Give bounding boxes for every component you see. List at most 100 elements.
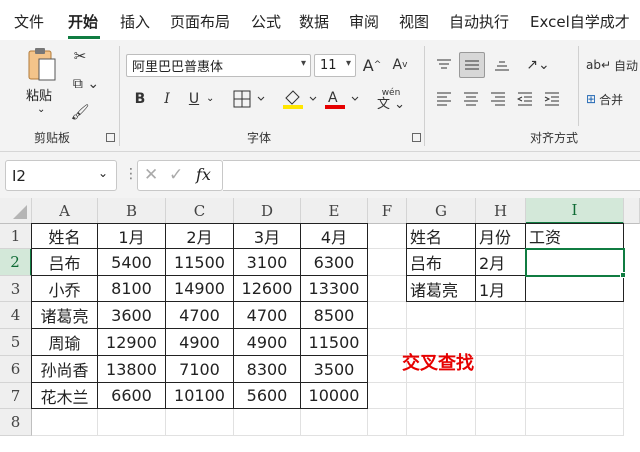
cell-c7-value[interactable]: 10100 bbox=[165, 382, 234, 409]
tab-page-layout[interactable]: 页面布局 bbox=[170, 11, 230, 32]
cell-e2-value[interactable]: 6300 bbox=[300, 248, 368, 276]
font-color-button[interactable]: A bbox=[322, 87, 362, 111]
row-header-7[interactable]: 7 bbox=[0, 383, 32, 409]
cell-a7-value[interactable]: 花木兰 bbox=[31, 382, 98, 409]
align-right-icon[interactable] bbox=[486, 88, 510, 110]
font-size-select[interactable]: 11 ▾ bbox=[314, 54, 356, 77]
cell-e1-value[interactable]: 4月 bbox=[300, 223, 368, 249]
cell-b3-value[interactable]: 8100 bbox=[97, 275, 166, 302]
column-header-g[interactable]: G bbox=[407, 198, 476, 224]
cell-c2-value[interactable]: 11500 bbox=[165, 248, 234, 276]
copy-icon[interactable]: ⧉ ⌄ bbox=[68, 74, 104, 94]
cell-h4[interactable] bbox=[476, 302, 526, 329]
column-header-a[interactable]: A bbox=[32, 198, 98, 224]
tab-review[interactable]: 审阅 bbox=[349, 11, 379, 32]
cell-g7[interactable] bbox=[407, 383, 476, 409]
tab-home[interactable]: 开始 bbox=[68, 11, 98, 32]
cut-icon[interactable]: ✂ bbox=[70, 46, 90, 66]
cell-h7[interactable] bbox=[476, 383, 526, 409]
cell-b1-value[interactable]: 1月 bbox=[97, 223, 166, 249]
paste-dropdown-icon[interactable]: ⌄ bbox=[37, 104, 45, 115]
cell-e7-value[interactable]: 10000 bbox=[300, 382, 368, 409]
cell-g8[interactable] bbox=[407, 409, 476, 436]
chevron-down-icon[interactable]: ⌄ bbox=[98, 166, 108, 180]
increase-indent-icon[interactable] bbox=[540, 88, 564, 110]
cell-d6-value[interactable]: 8300 bbox=[233, 355, 301, 383]
cell-h1-value[interactable]: 月份 bbox=[475, 223, 526, 249]
cell-a4-value[interactable]: 诸葛亮 bbox=[31, 301, 98, 329]
cell-f2[interactable] bbox=[368, 249, 407, 276]
clipboard-launcher-icon[interactable] bbox=[106, 133, 115, 142]
tab-data[interactable]: 数据 bbox=[299, 11, 329, 32]
cell-d5-value[interactable]: 4900 bbox=[233, 328, 301, 356]
orientation-icon[interactable]: ↗⌄ bbox=[520, 54, 556, 76]
column-header-f[interactable]: F bbox=[368, 198, 407, 224]
cell-f3[interactable] bbox=[368, 276, 407, 302]
cell-i8[interactable] bbox=[526, 409, 624, 436]
cell-g1-value[interactable]: 姓名 bbox=[406, 223, 476, 249]
align-center-icon[interactable] bbox=[459, 88, 483, 110]
column-header-i[interactable]: I bbox=[526, 198, 624, 224]
cell-i7[interactable] bbox=[526, 383, 624, 409]
cell-e8[interactable] bbox=[301, 409, 368, 436]
column-header-h[interactable]: H bbox=[476, 198, 526, 224]
underline-button[interactable]: U bbox=[185, 88, 203, 110]
cell-d3-value[interactable]: 12600 bbox=[233, 275, 301, 302]
column-header-c[interactable]: C bbox=[166, 198, 234, 224]
column-header-e[interactable]: E bbox=[301, 198, 368, 224]
cell-h8[interactable] bbox=[476, 409, 526, 436]
cell-e5-value[interactable]: 11500 bbox=[300, 328, 368, 356]
align-left-icon[interactable] bbox=[432, 88, 456, 110]
fill-handle[interactable] bbox=[620, 272, 626, 278]
cell-c3-value[interactable]: 14900 bbox=[165, 275, 234, 302]
cell-d7-value[interactable]: 5600 bbox=[233, 382, 301, 409]
row-header-2[interactable]: 2 bbox=[0, 249, 32, 276]
cell-e3-value[interactable]: 13300 bbox=[300, 275, 368, 302]
cell-a6-value[interactable]: 孙尚香 bbox=[31, 355, 98, 383]
tab-insert[interactable]: 插入 bbox=[120, 11, 150, 32]
merge-center-button[interactable]: ⊞ 合并 bbox=[586, 88, 640, 110]
cell-d2-value[interactable]: 3100 bbox=[233, 248, 301, 276]
cell-i5[interactable] bbox=[526, 329, 624, 356]
cell-d1-value[interactable]: 3月 bbox=[233, 223, 301, 249]
increase-font-size-icon[interactable]: A ^ bbox=[361, 54, 383, 76]
phonetic-guide-button[interactable]: wén 文 ⌄ bbox=[372, 85, 410, 113]
align-bottom-icon[interactable] bbox=[490, 54, 514, 76]
cell-h2-value[interactable]: 2月 bbox=[475, 248, 526, 276]
decrease-indent-icon[interactable] bbox=[513, 88, 537, 110]
cell-f8[interactable] bbox=[368, 409, 407, 436]
align-middle-icon[interactable] bbox=[459, 52, 485, 78]
formula-input[interactable] bbox=[223, 160, 640, 191]
cell-a2-value[interactable]: 吕布 bbox=[31, 248, 98, 276]
cell-b2-value[interactable]: 5400 bbox=[97, 248, 166, 276]
cell-c6-value[interactable]: 7100 bbox=[165, 355, 234, 383]
paste-button[interactable] bbox=[22, 46, 62, 84]
font-launcher-icon[interactable] bbox=[412, 133, 421, 142]
cell-e6-value[interactable]: 3500 bbox=[300, 355, 368, 383]
column-header-d[interactable]: D bbox=[234, 198, 301, 224]
cell-i1-value[interactable]: 工资 bbox=[525, 223, 624, 249]
cell-b5-value[interactable]: 12900 bbox=[97, 328, 166, 356]
align-top-icon[interactable] bbox=[432, 54, 456, 76]
cell-f4[interactable] bbox=[368, 302, 407, 329]
bold-button[interactable]: B bbox=[131, 88, 149, 110]
cell-e4-value[interactable]: 8500 bbox=[300, 301, 368, 329]
italic-button[interactable]: I bbox=[158, 88, 176, 110]
more-options-icon[interactable]: ⋮ bbox=[124, 166, 138, 182]
cell-g3-value[interactable]: 诸葛亮 bbox=[406, 275, 476, 302]
cell-c4-value[interactable]: 4700 bbox=[165, 301, 234, 329]
cell-b6-value[interactable]: 13800 bbox=[97, 355, 166, 383]
cell-h5[interactable] bbox=[476, 329, 526, 356]
cell-c5-value[interactable]: 4900 bbox=[165, 328, 234, 356]
enter-check-icon[interactable]: ✓ bbox=[169, 165, 183, 185]
cell-g4[interactable] bbox=[407, 302, 476, 329]
cell-d4-value[interactable]: 4700 bbox=[233, 301, 301, 329]
row-header-4[interactable]: 4 bbox=[0, 302, 32, 329]
cell-b4-value[interactable]: 3600 bbox=[97, 301, 166, 329]
cell-h3-value[interactable]: 1月 bbox=[475, 275, 526, 302]
tab-formulas[interactable]: 公式 bbox=[251, 11, 281, 32]
name-box[interactable]: I2 ⌄ bbox=[5, 160, 117, 191]
row-header-6[interactable]: 6 bbox=[0, 356, 32, 383]
insert-function-button[interactable]: fx bbox=[196, 165, 211, 184]
tab-excel-self-study[interactable]: Excel自学成才 bbox=[530, 11, 630, 32]
